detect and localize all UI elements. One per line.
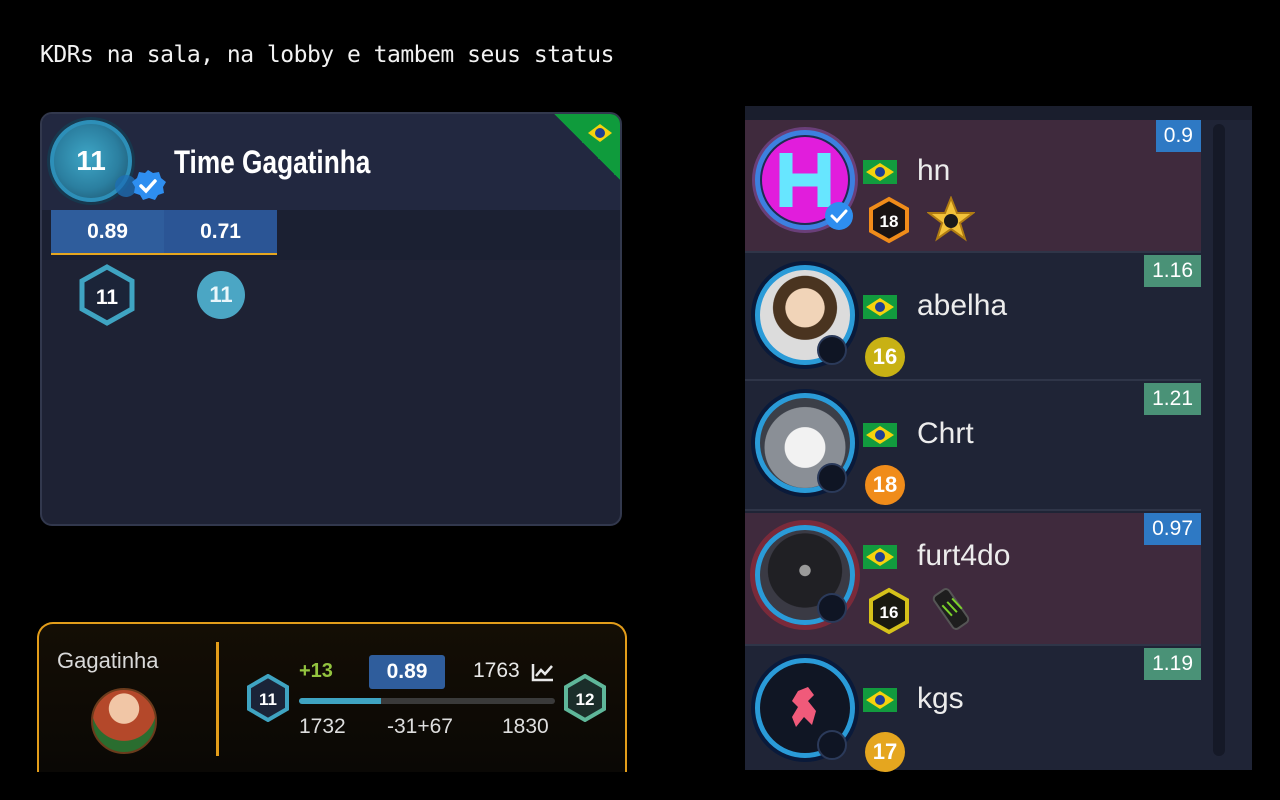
player-kdr: 1.19 (1144, 648, 1201, 680)
player-level: 16 (865, 337, 905, 377)
elo-min: 1732 (299, 715, 346, 738)
brazil-flag-icon (554, 114, 620, 180)
level-hexagon-icon: 11 (79, 264, 135, 326)
team-card: 11 Time Gagatinha 0.89 0.71 11 11 (40, 112, 622, 526)
elo-value: 1763 (473, 659, 520, 682)
team-kdr-row: 0.89 0.71 (51, 210, 277, 255)
level-hexagon-icon: 16 (869, 587, 909, 635)
team-kdr-lobby: 0.71 (164, 210, 277, 253)
player-avatar[interactable] (91, 688, 157, 754)
player-name: Gagatinha (57, 648, 159, 673)
brazil-flag-icon (863, 160, 897, 184)
player-row[interactable]: kgs 1.19 17 (745, 648, 1201, 772)
energy-drink-badge-icon (932, 588, 970, 630)
brazil-flag-icon (863, 423, 897, 447)
elo-delta: -31+67 (387, 715, 453, 738)
elo-progress-fill (299, 698, 381, 704)
player-list: hn 0.9 18 abelha 1.16 16 Chrt 1.21 18 fu… (745, 106, 1252, 772)
faceit-badge-icon (817, 593, 847, 623)
team-kdr-room: 0.89 (51, 210, 164, 253)
brazil-flag-icon (863, 545, 897, 569)
chart-trend-icon[interactable] (531, 662, 555, 682)
current-level-hexagon-icon: 11 (247, 674, 289, 722)
player-row[interactable]: furt4do 0.97 16 (745, 513, 1201, 646)
star-badge-icon (927, 196, 975, 242)
faceit-badge-icon (817, 335, 847, 365)
match-elo-panel: Gagatinha 11 +13 0.89 1763 1732 -31+67 1… (37, 622, 627, 772)
player-kdr: 1.16 (1144, 255, 1201, 287)
player-row[interactable]: abelha 1.16 16 (745, 255, 1201, 381)
faceit-badge-icon (817, 730, 847, 760)
player-level: 17 (865, 732, 905, 772)
elo-gain: +13 (299, 660, 333, 682)
player-level: 18 (865, 465, 905, 505)
player-level: 18 (880, 212, 899, 231)
next-level: 12 (576, 690, 595, 709)
brazil-flag-icon (863, 688, 897, 712)
player-name[interactable]: Chrt (917, 417, 974, 451)
player-kdr: 0.97 (1144, 513, 1201, 545)
next-level-hexagon-icon: 12 (564, 674, 606, 722)
member-level-hex: 11 (96, 286, 119, 309)
level-hexagon-icon: 18 (869, 196, 909, 244)
player-name[interactable]: furt4do (917, 539, 1010, 573)
player-kdr: 0.9 (1155, 120, 1201, 152)
brazil-flag-icon (863, 295, 897, 319)
team-name: Time Gagatinha (174, 144, 371, 180)
match-kdr: 0.89 (369, 655, 445, 689)
player-kdr: 1.21 (1144, 383, 1201, 415)
verified-badge-icon (115, 170, 166, 200)
scrollbar[interactable] (1213, 124, 1225, 756)
member-level-round: 11 (197, 271, 245, 319)
faceit-badge-icon (817, 463, 847, 493)
player-name[interactable]: abelha (917, 289, 1007, 323)
player-name[interactable]: hn (917, 154, 950, 188)
caption-text: KDRs na sala, na lobby e tambem seus sta… (40, 42, 614, 68)
player-name[interactable]: kgs (917, 682, 964, 716)
player-level: 16 (880, 603, 899, 622)
elo-max: 1830 (502, 715, 549, 738)
player-row[interactable]: Chrt 1.21 18 (745, 383, 1201, 511)
elo-progress-bar (299, 698, 555, 704)
player-row[interactable]: hn 0.9 18 (745, 120, 1201, 253)
verified-badge-icon (825, 202, 853, 230)
current-level: 11 (259, 690, 277, 709)
divider (216, 642, 219, 756)
